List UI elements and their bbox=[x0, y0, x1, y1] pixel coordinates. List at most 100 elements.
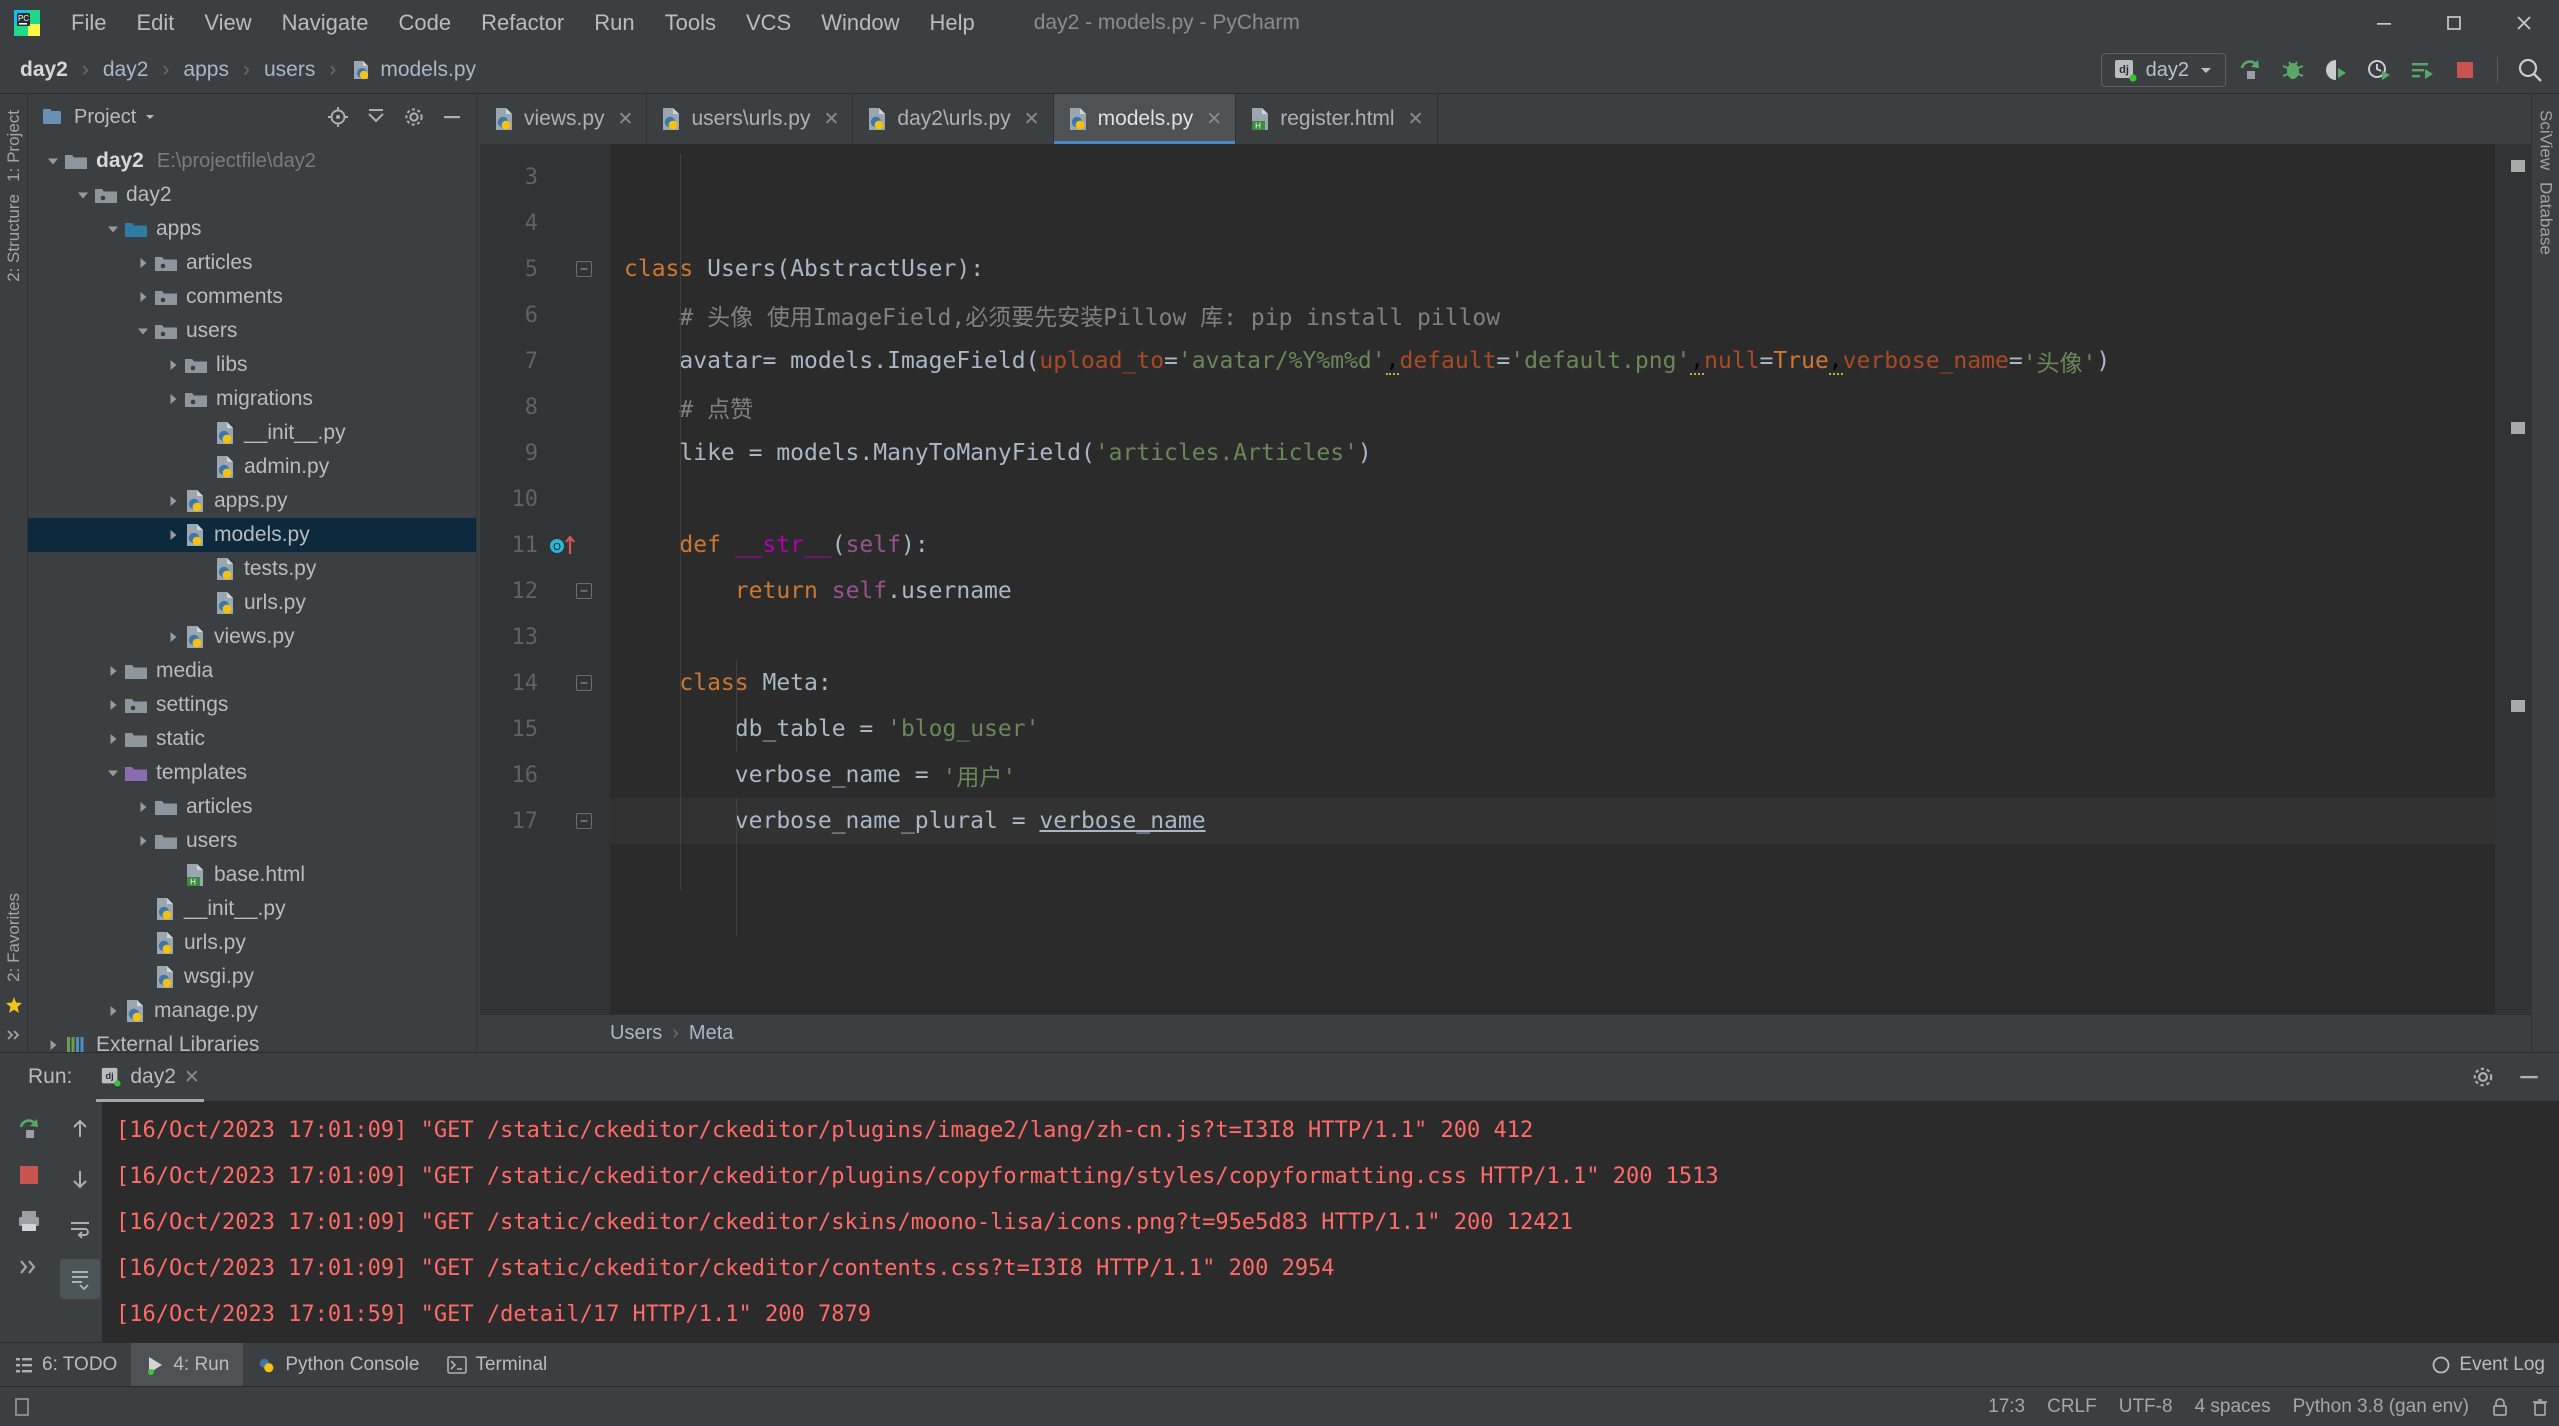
code-line[interactable]: db_table = 'blog_user' bbox=[610, 706, 2495, 752]
sidebar-item-sciview[interactable]: SciView bbox=[2536, 104, 2556, 176]
fold-end-icon[interactable]: − bbox=[576, 583, 592, 599]
structure-crumb-meta[interactable]: Meta bbox=[689, 1022, 733, 1045]
editor-tab[interactable]: models.py ✕ bbox=[1053, 94, 1237, 144]
menu-vcs[interactable]: VCS bbox=[731, 6, 806, 40]
tree-item[interactable]: media bbox=[28, 654, 476, 688]
bottom-tool-tab-bar[interactable]: 6: TODO 4: Run Python Console Terminal Even… bbox=[0, 1342, 2559, 1386]
code-line[interactable]: like = models.ManyToManyField('articles.… bbox=[610, 430, 2495, 476]
tree-item[interactable]: comments bbox=[28, 280, 476, 314]
run-tab-day2[interactable]: dj day2 ✕ bbox=[90, 1061, 209, 1102]
run-coverage-button[interactable] bbox=[2317, 51, 2355, 89]
chevron-right-icon[interactable] bbox=[102, 664, 124, 678]
menu-view[interactable]: View bbox=[189, 6, 266, 40]
settings-gear-icon[interactable] bbox=[2467, 1061, 2499, 1093]
breadcrumb-item-project[interactable]: day2 bbox=[14, 56, 74, 84]
chevron-right-icon[interactable] bbox=[42, 1038, 64, 1052]
run-configuration-selector[interactable]: dj day2 bbox=[2100, 53, 2226, 87]
menu-refactor[interactable]: Refactor bbox=[466, 6, 579, 40]
tree-item[interactable]: admin.py bbox=[28, 450, 476, 484]
print-button[interactable] bbox=[9, 1201, 49, 1241]
tree-item[interactable]: Hbase.html bbox=[28, 858, 476, 892]
gutter-line[interactable]: 9 bbox=[480, 430, 610, 476]
chevron-right-icon[interactable] bbox=[102, 1004, 124, 1018]
editor-gutter[interactable]: 3 4 5−6 7 8 9 10 11 O 12−13 14−15 16 17− bbox=[480, 144, 610, 1014]
code-line[interactable]: verbose_name = '用户' bbox=[610, 752, 2495, 798]
fold-collapse-icon[interactable]: − bbox=[576, 675, 592, 691]
tree-item[interactable]: articles bbox=[28, 790, 476, 824]
lock-icon[interactable] bbox=[2491, 1397, 2509, 1417]
event-log-button[interactable]: Event Log bbox=[2431, 1343, 2545, 1387]
tree-item[interactable]: day2 E:\projectfile\day2 bbox=[28, 144, 476, 178]
code-line[interactable]: # 头像 使用ImageField,必须要先安装Pillow 库: pip in… bbox=[610, 292, 2495, 338]
menu-run[interactable]: Run bbox=[579, 6, 649, 40]
code-line[interactable]: verbose_name_plural = verbose_name bbox=[610, 798, 2495, 844]
chevron-down-icon[interactable] bbox=[42, 154, 64, 168]
search-everywhere-button[interactable] bbox=[2511, 51, 2549, 89]
tree-item[interactable]: users bbox=[28, 824, 476, 858]
chevron-right-icon[interactable] bbox=[162, 358, 184, 372]
run-button[interactable] bbox=[2231, 51, 2269, 89]
gutter-line[interactable]: 4 bbox=[480, 200, 610, 246]
close-icon[interactable]: ✕ bbox=[1408, 108, 1424, 131]
bottom-tab[interactable]: 6: TODO bbox=[0, 1343, 131, 1386]
editor-tab[interactable]: users\urls.py ✕ bbox=[647, 94, 854, 144]
chevron-right-icon[interactable] bbox=[162, 630, 184, 644]
tree-item[interactable]: __init__.py bbox=[28, 416, 476, 450]
override-method-icon[interactable]: O bbox=[548, 534, 582, 556]
code-editor[interactable]: class Users (AbstractUser): # 头像 使用ImageF… bbox=[610, 144, 2495, 1014]
code-line[interactable] bbox=[610, 614, 2495, 660]
soft-wrap-button[interactable] bbox=[60, 1209, 100, 1249]
gutter-markers[interactable]: − bbox=[542, 675, 606, 691]
structure-crumb-class[interactable]: Users bbox=[610, 1022, 662, 1045]
sidebar-item-favorites[interactable]: 2: Favorites bbox=[4, 887, 24, 988]
tree-item[interactable]: settings bbox=[28, 688, 476, 722]
gutter-line[interactable]: 6 bbox=[480, 292, 610, 338]
tree-item[interactable]: views.py bbox=[28, 620, 476, 654]
menu-navigate[interactable]: Navigate bbox=[267, 6, 384, 40]
debug-button[interactable] bbox=[2274, 51, 2312, 89]
editor-tab[interactable]: day2\urls.py ✕ bbox=[853, 94, 1054, 144]
sidebar-item-project[interactable]: 1: Project bbox=[4, 104, 24, 188]
trash-icon[interactable] bbox=[2531, 1397, 2549, 1417]
status-line-separator[interactable]: CRLF bbox=[2047, 1396, 2097, 1418]
gutter-line[interactable]: 7 bbox=[480, 338, 610, 384]
scroll-to-end-button[interactable] bbox=[60, 1259, 100, 1299]
tree-item-selected[interactable]: models.py bbox=[28, 518, 476, 552]
tree-item[interactable]: tests.py bbox=[28, 552, 476, 586]
breadcrumb-item-file[interactable]: models.py bbox=[344, 56, 482, 84]
gutter-line[interactable]: 16 bbox=[480, 752, 610, 798]
chevron-down-icon[interactable] bbox=[102, 766, 124, 780]
fold-collapse-icon[interactable]: − bbox=[576, 261, 592, 277]
menu-file[interactable]: File bbox=[56, 6, 121, 40]
memory-indicator-icon[interactable] bbox=[12, 1396, 32, 1418]
hide-panel-icon[interactable] bbox=[2513, 1061, 2545, 1093]
settings-gear-icon[interactable] bbox=[398, 101, 430, 133]
close-icon[interactable]: ✕ bbox=[1206, 108, 1222, 131]
expand-button[interactable] bbox=[9, 1247, 49, 1287]
tree-item[interactable]: apps.py bbox=[28, 484, 476, 518]
code-line[interactable]: class Meta: bbox=[610, 660, 2495, 706]
code-line[interactable]: class Users (AbstractUser): bbox=[610, 246, 2495, 292]
gutter-line[interactable]: 17 − bbox=[480, 798, 610, 844]
editor-tab-bar[interactable]: views.py ✕ users\urls.py ✕ day2\urls.py ✕ mode… bbox=[480, 94, 2531, 144]
rerun-button[interactable] bbox=[9, 1109, 49, 1149]
tree-item[interactable]: day2 bbox=[28, 178, 476, 212]
error-stripe-gutter[interactable] bbox=[2495, 144, 2531, 1014]
close-icon[interactable]: ✕ bbox=[618, 108, 634, 131]
stop-button[interactable] bbox=[9, 1155, 49, 1195]
tree-item[interactable]: libs bbox=[28, 348, 476, 382]
bottom-tab[interactable]: Terminal bbox=[433, 1343, 561, 1386]
fold-end-icon[interactable]: − bbox=[576, 813, 592, 829]
close-icon[interactable]: ✕ bbox=[824, 108, 840, 131]
tree-item[interactable]: users bbox=[28, 314, 476, 348]
chevron-right-icon[interactable] bbox=[132, 834, 154, 848]
tree-item[interactable]: templates bbox=[28, 756, 476, 790]
tree-item[interactable]: External Libraries bbox=[28, 1028, 476, 1052]
gutter-line[interactable]: 3 bbox=[480, 154, 610, 200]
tree-item[interactable]: migrations bbox=[28, 382, 476, 416]
run-with-params-button[interactable] bbox=[2403, 51, 2441, 89]
run-console-output[interactable]: [16/Oct/2023 17:01:09] "GET /static/cked… bbox=[102, 1101, 2559, 1342]
chevron-right-icon[interactable] bbox=[102, 732, 124, 746]
code-line[interactable]: # 点赞 bbox=[610, 384, 2495, 430]
locate-file-icon[interactable] bbox=[322, 101, 354, 133]
